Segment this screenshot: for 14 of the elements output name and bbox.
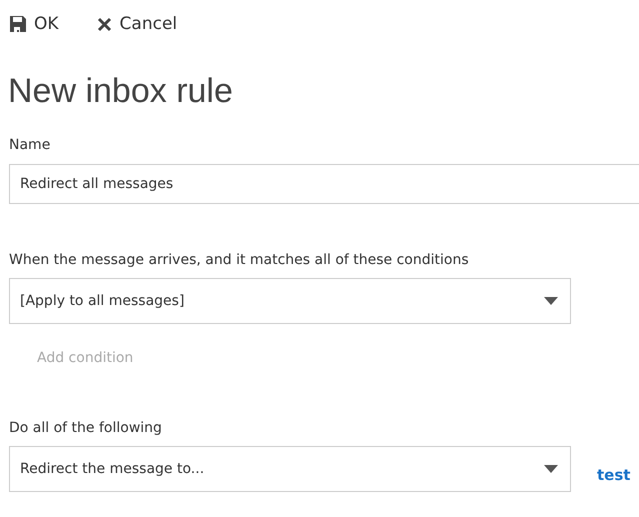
page-title: New inbox rule (8, 71, 234, 111)
field-label: Name (9, 136, 52, 155)
save-icon (10, 16, 26, 32)
close-icon (96, 16, 112, 32)
action-dropdown[interactable]: Redirect the message to... (9, 446, 571, 492)
test-link[interactable]: test (597, 466, 630, 484)
cancel-button[interactable]: Cancel (96, 10, 178, 38)
caret-icon (544, 465, 558, 473)
ok-button[interactable]: OK (10, 10, 59, 38)
condition-dropdown[interactable]: [Apply to all messages] (9, 278, 571, 324)
caret-icon (544, 297, 558, 305)
field-label: Do all of the following (9, 419, 163, 438)
name-field[interactable]: Redirect all messages (9, 164, 639, 204)
field-label: When the message arrives, and it matches all of these conditions (9, 251, 470, 270)
